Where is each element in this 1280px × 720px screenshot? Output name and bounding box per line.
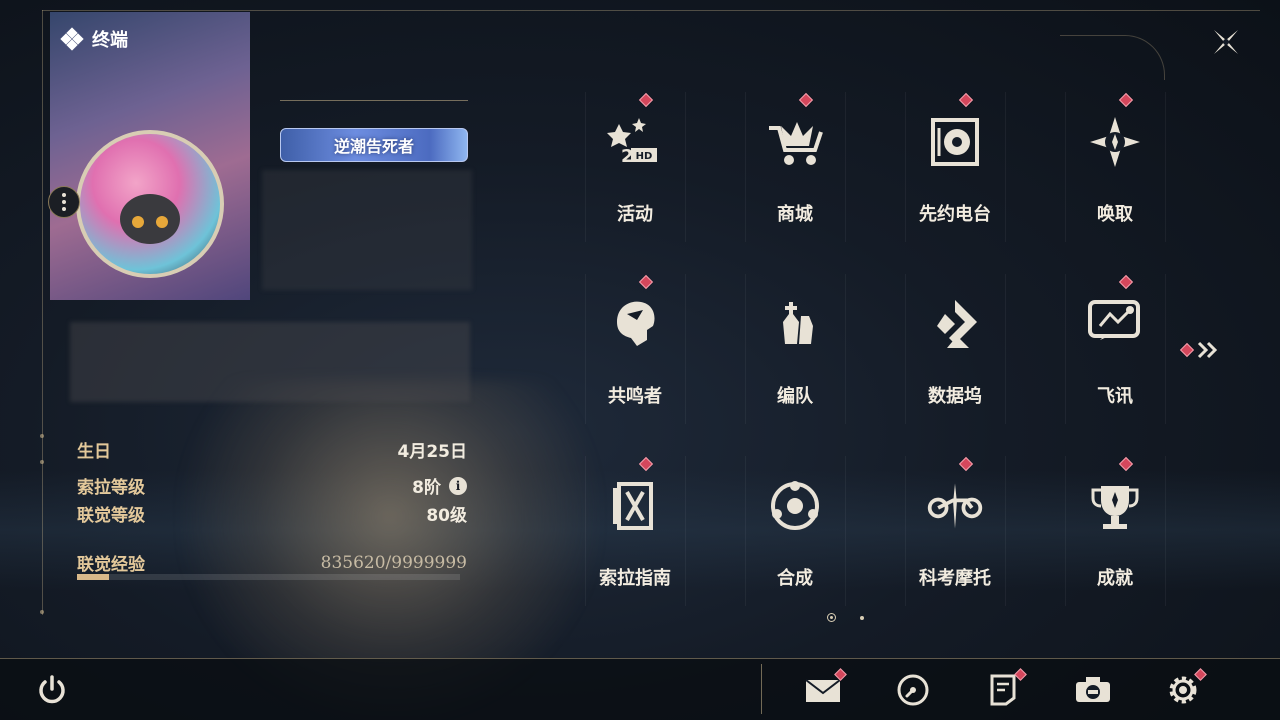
terminal-header: 终端 [60,26,128,52]
avatar-cat [120,194,180,244]
notification-badge [1118,274,1134,290]
notification-badge [798,92,814,108]
menu-item-guidebook[interactable]: 索拉指南 [555,456,715,606]
notification-badge [1118,92,1134,108]
avatar[interactable] [76,130,224,278]
stat-sola-level: 索拉等级 8阶 i [77,473,467,498]
player-signature-blurred [70,322,470,402]
page-indicator [827,613,864,622]
menu-item-label: 成就 [1097,568,1133,589]
more-options-button[interactable] [48,186,80,218]
bottom-divider [761,664,762,714]
close-icon [1214,30,1238,54]
notification-badge [958,92,974,108]
notification-badge [1118,456,1134,472]
double-chevron-right-icon [1197,341,1218,359]
notification-badge [638,92,654,108]
mail-icon [805,679,841,702]
menu-item-synthesis[interactable]: 合成 [715,456,875,606]
stat-birthday: 生日 4月25日 [77,442,467,462]
player-title-badge[interactable]: 逆潮告死者 [280,128,468,162]
menu-item-radio[interactable]: 先约电台 [875,92,1035,242]
achievement-icon [1085,476,1145,536]
notification-badge [1179,342,1195,358]
page-dot-2[interactable] [860,615,864,620]
menu-item-label: 飞讯 [1097,386,1133,407]
menu-item-convene[interactable]: 唤取 [1035,92,1195,242]
menu-item-label: 共鸣者 [608,386,662,407]
data-bank-icon [925,294,985,354]
close-button[interactable] [1206,22,1246,62]
mail-button[interactable] [801,668,847,712]
menu-item-label: 商城 [777,204,813,225]
camera-icon [1076,677,1110,702]
svg-text:2: 2 [621,146,634,167]
event-icon: HD 2 [605,112,665,172]
terminal-icon [60,27,84,51]
sola-level-value: 8阶 [412,478,441,498]
radio-icon [925,112,985,172]
menu-item-shop[interactable]: 商城 [715,92,875,242]
menu-item-resonator[interactable]: 共鸣者 [555,274,715,424]
notice-button[interactable] [981,668,1027,712]
menu-item-label: 科考摩托 [919,568,991,589]
notice-icon [990,674,1016,706]
guidebook-icon [605,476,665,536]
motorcycle-icon [925,476,985,536]
menu-item-data-bank[interactable]: 数据坞 [875,274,1035,424]
team-icon [765,294,825,354]
frame-corner [1060,35,1165,80]
side-decoration [38,430,46,620]
shop-icon [765,112,825,172]
message-icon [1085,294,1145,354]
menu-item-label: 唤取 [1097,204,1133,225]
menu-item-label: 数据坞 [928,386,982,407]
resonator-icon [605,294,665,354]
title-divider [280,100,468,101]
menu-item-motorcycle[interactable]: 科考摩托 [875,456,1035,606]
menu-item-label: 合成 [777,568,813,589]
player-name-blurred [262,170,472,290]
menu-item-team[interactable]: 编队 [715,274,875,424]
camera-button[interactable] [1071,668,1115,712]
power-button[interactable] [30,668,74,712]
notification-badge [958,456,974,472]
stat-union-exp: 联觉经验 835620/9999999 [77,552,467,576]
info-icon[interactable]: i [449,476,467,495]
next-page-button[interactable] [1179,340,1220,360]
notification-badge [638,274,654,290]
timer-icon [897,674,929,706]
power-icon [39,675,65,704]
synthesis-icon [765,476,825,536]
menu-item-label: 先约电台 [919,204,991,225]
menu-item-message[interactable]: 飞讯 [1035,274,1195,424]
notification-badge [638,456,654,472]
menu-item-event[interactable]: HD 2 活动 [555,92,715,242]
exp-progress-fill [77,574,110,580]
menu-item-label: 活动 [617,204,653,225]
menu-item-label: 编队 [777,386,813,407]
frame-line-top [42,10,1260,11]
menu-item-label: 索拉指南 [599,568,671,589]
exp-progress-bar [77,574,460,580]
convene-icon [1085,112,1145,172]
svg-text:HD: HD [636,151,653,162]
stat-union-level: 联觉等级 80级 [77,506,467,526]
terminal-title: 终端 [92,30,128,51]
settings-button[interactable] [1161,668,1207,712]
timer-button[interactable] [891,668,935,712]
page-dot-1[interactable] [827,613,836,622]
menu-item-achievement[interactable]: 成就 [1035,456,1195,606]
